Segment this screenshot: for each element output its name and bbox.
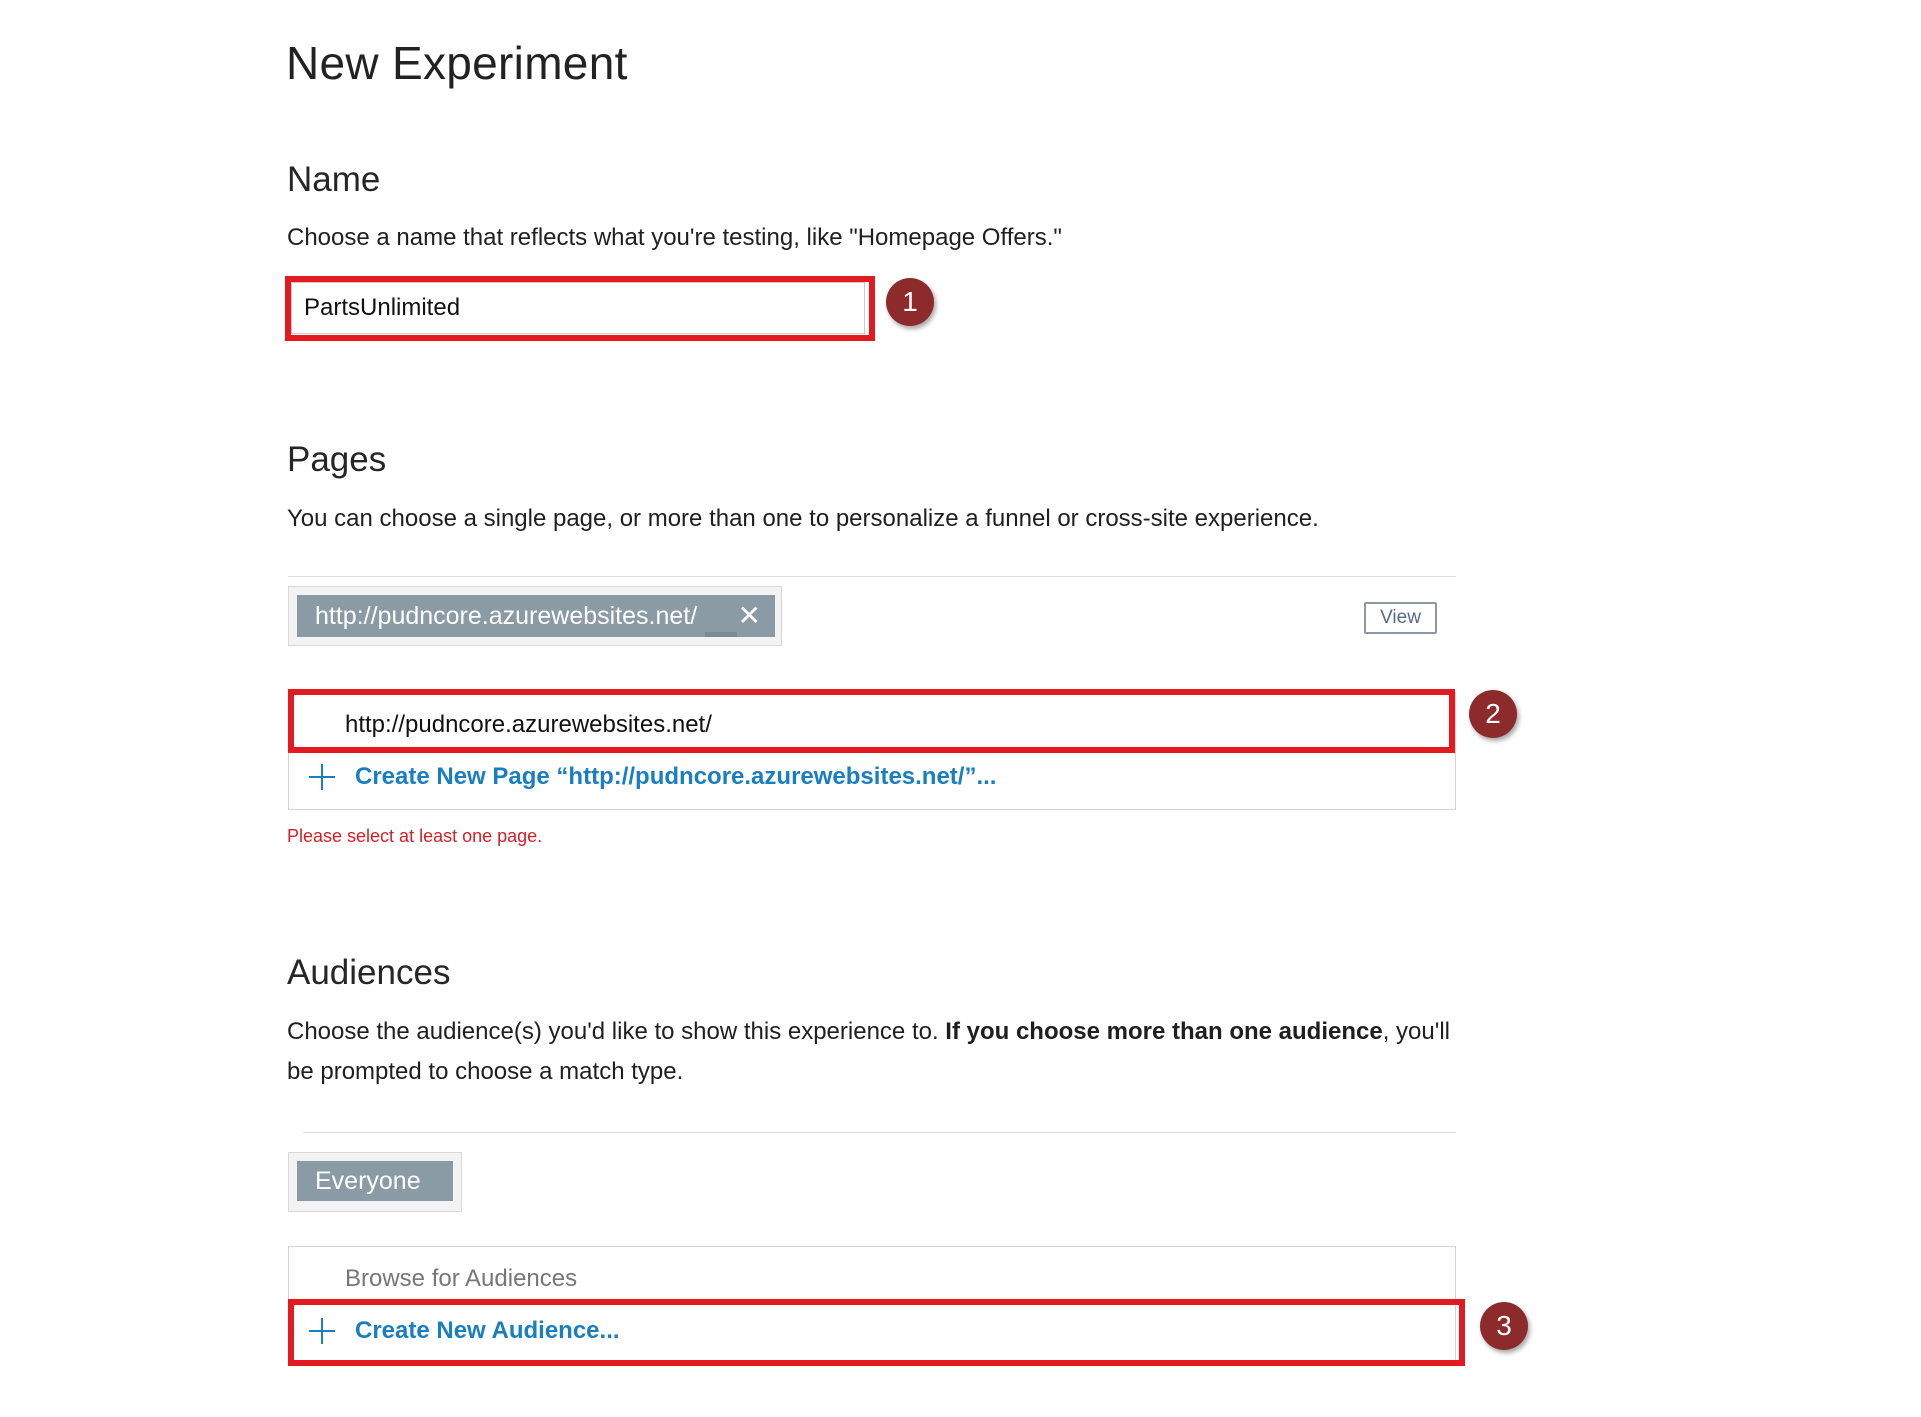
pages-error-message: Please select at least one page.	[287, 826, 543, 846]
create-new-audience-option[interactable]: Create New Audience...	[309, 1311, 620, 1351]
tag-caret	[705, 632, 737, 637]
page-tag: http://pudncore.azurewebsites.net/ ✕	[297, 595, 775, 637]
audiences-tag-well: Everyone	[288, 1152, 462, 1212]
step-badge-1: 1	[886, 278, 934, 326]
page-search-input[interactable]	[345, 707, 1395, 743]
create-new-page-option[interactable]: Create New Page “http://pudncore.azurewe…	[309, 757, 996, 797]
audience-tag-label: Everyone	[315, 1166, 421, 1195]
pages-divider	[288, 576, 1456, 577]
audiences-divider	[303, 1132, 1456, 1133]
name-heading: Name	[287, 160, 381, 199]
audiences-heading: Audiences	[287, 953, 451, 992]
audience-search-input[interactable]	[345, 1261, 1395, 1297]
audiences-description-bold: If you choose more than one audience	[945, 1018, 1383, 1045]
pages-tag-well: http://pudncore.azurewebsites.net/ ✕	[288, 586, 782, 646]
page-tag-label: http://pudncore.azurewebsites.net/	[315, 601, 698, 630]
name-description: Choose a name that reflects what you're …	[287, 224, 1062, 251]
audiences-description-text: Choose the audience(s) you'd like to sho…	[287, 1018, 946, 1045]
audience-tag: Everyone	[297, 1161, 453, 1201]
pages-heading: Pages	[287, 440, 387, 479]
step-badge-3: 3	[1480, 1302, 1528, 1350]
close-icon[interactable]: ✕	[738, 601, 761, 631]
audiences-description: Choose the audience(s) you'd like to sho…	[287, 1012, 1477, 1092]
create-new-page-label: Create New Page “http://pudncore.azurewe…	[355, 763, 997, 790]
view-button[interactable]: View	[1364, 602, 1437, 634]
pages-dropdown: Create New Page “http://pudncore.azurewe…	[288, 692, 1456, 810]
pages-description: You can choose a single page, or more th…	[287, 505, 1319, 532]
plus-icon	[309, 1318, 335, 1344]
step-badge-2: 2	[1469, 690, 1517, 738]
experiment-name-input[interactable]	[291, 282, 865, 334]
page-title: New Experiment	[286, 37, 628, 89]
plus-icon	[309, 764, 335, 790]
audiences-dropdown: Create New Audience...	[288, 1246, 1456, 1364]
create-new-audience-label: Create New Audience...	[355, 1317, 620, 1344]
